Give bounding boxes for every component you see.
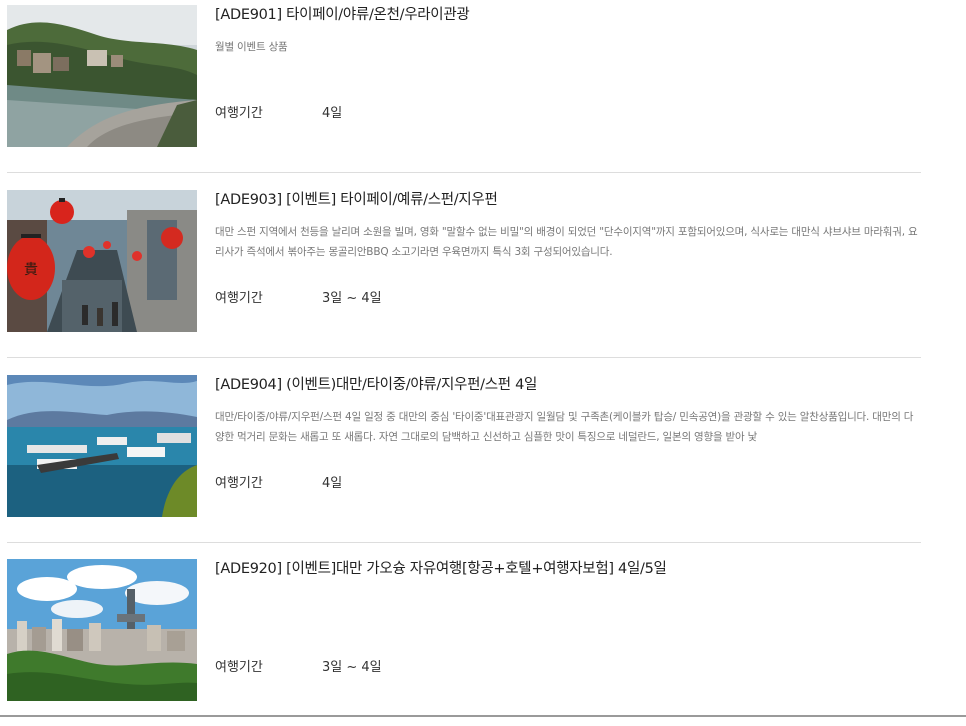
product-info: [ADE903] [이벤트] 타이페이/예류/스펀/지우펀 대만 스펀 지역에서… — [215, 190, 921, 262]
product-thumbnail[interactable]: 貴 — [7, 190, 197, 332]
svg-text:貴: 貴 — [24, 262, 38, 278]
list-item[interactable]: [ADE920] [이벤트]대만 가오슝 자유여행[항공+호텔+여행자보험] 4… — [7, 542, 921, 726]
travel-period: 여행기간 4일 — [215, 472, 342, 491]
product-title[interactable]: [ADE904] (이벤트)대만/타이중/야류/지우펀/스펀 4일 — [215, 375, 921, 395]
product-description: 대만/타이중/야류/지우펀/스펀 4일 일정 중 대만의 중심 '타이중'대표관… — [215, 411, 914, 443]
product-info: [ADE920] [이벤트]대만 가오슝 자유여행[항공+호텔+여행자보험] 4… — [215, 559, 921, 631]
product-thumbnail[interactable] — [7, 559, 197, 701]
travel-period: 여행기간 4일 — [215, 102, 342, 121]
travel-period-label: 여행기간 — [215, 106, 263, 121]
travel-period-label: 여행기간 — [215, 291, 263, 306]
product-info: [ADE901] 타이페이/야류/온천/우라이관광 월별 이벤트 상품 — [215, 5, 921, 77]
travel-period-value: 4일 — [322, 476, 343, 491]
product-title[interactable]: [ADE901] 타이페이/야류/온천/우라이관광 — [215, 5, 921, 25]
travel-period-value: 4일 — [322, 106, 343, 121]
product-description: 월별 이벤트 상품 — [215, 41, 288, 53]
travel-period-label: 여행기간 — [215, 476, 263, 491]
riverside-village-photo — [7, 5, 197, 147]
product-description: 대만 스펀 지역에서 천등을 날리며 소원을 빌며, 영화 "말할수 없는 비밀… — [215, 226, 918, 258]
list-item[interactable]: [ADE901] 타이페이/야류/온천/우라이관광 월별 이벤트 상품 여행기간… — [7, 0, 921, 173]
product-title[interactable]: [ADE920] [이벤트]대만 가오슝 자유여행[항공+호텔+여행자보험] 4… — [215, 559, 921, 579]
lake-harbor-photo — [7, 375, 197, 517]
travel-period-value: 3일 ~ 4일 — [322, 291, 382, 306]
product-info: [ADE904] (이벤트)대만/타이중/야류/지우펀/스펀 4일 대만/타이중… — [215, 375, 921, 447]
city-skyline-photo — [7, 559, 197, 701]
list-item[interactable]: 貴 [ADE903] [이벤트] 타이페이/예류/스펀/지우펀 대만 스펀 지역… — [7, 173, 921, 358]
product-title[interactable]: [ADE903] [이벤트] 타이페이/예류/스펀/지우펀 — [215, 190, 921, 210]
red-lantern-street-photo: 貴 — [7, 190, 197, 332]
travel-period-label: 여행기간 — [215, 660, 263, 675]
product-description — [215, 591, 921, 631]
list-item[interactable]: [ADE904] (이벤트)대만/타이중/야류/지우펀/스펀 4일 대만/타이중… — [7, 358, 921, 543]
travel-period: 여행기간 3일 ~ 4일 — [215, 656, 382, 675]
travel-period-value: 3일 ~ 4일 — [322, 660, 382, 675]
product-thumbnail[interactable] — [7, 375, 197, 517]
product-thumbnail[interactable] — [7, 5, 197, 147]
travel-period: 여행기간 3일 ~ 4일 — [215, 287, 382, 306]
